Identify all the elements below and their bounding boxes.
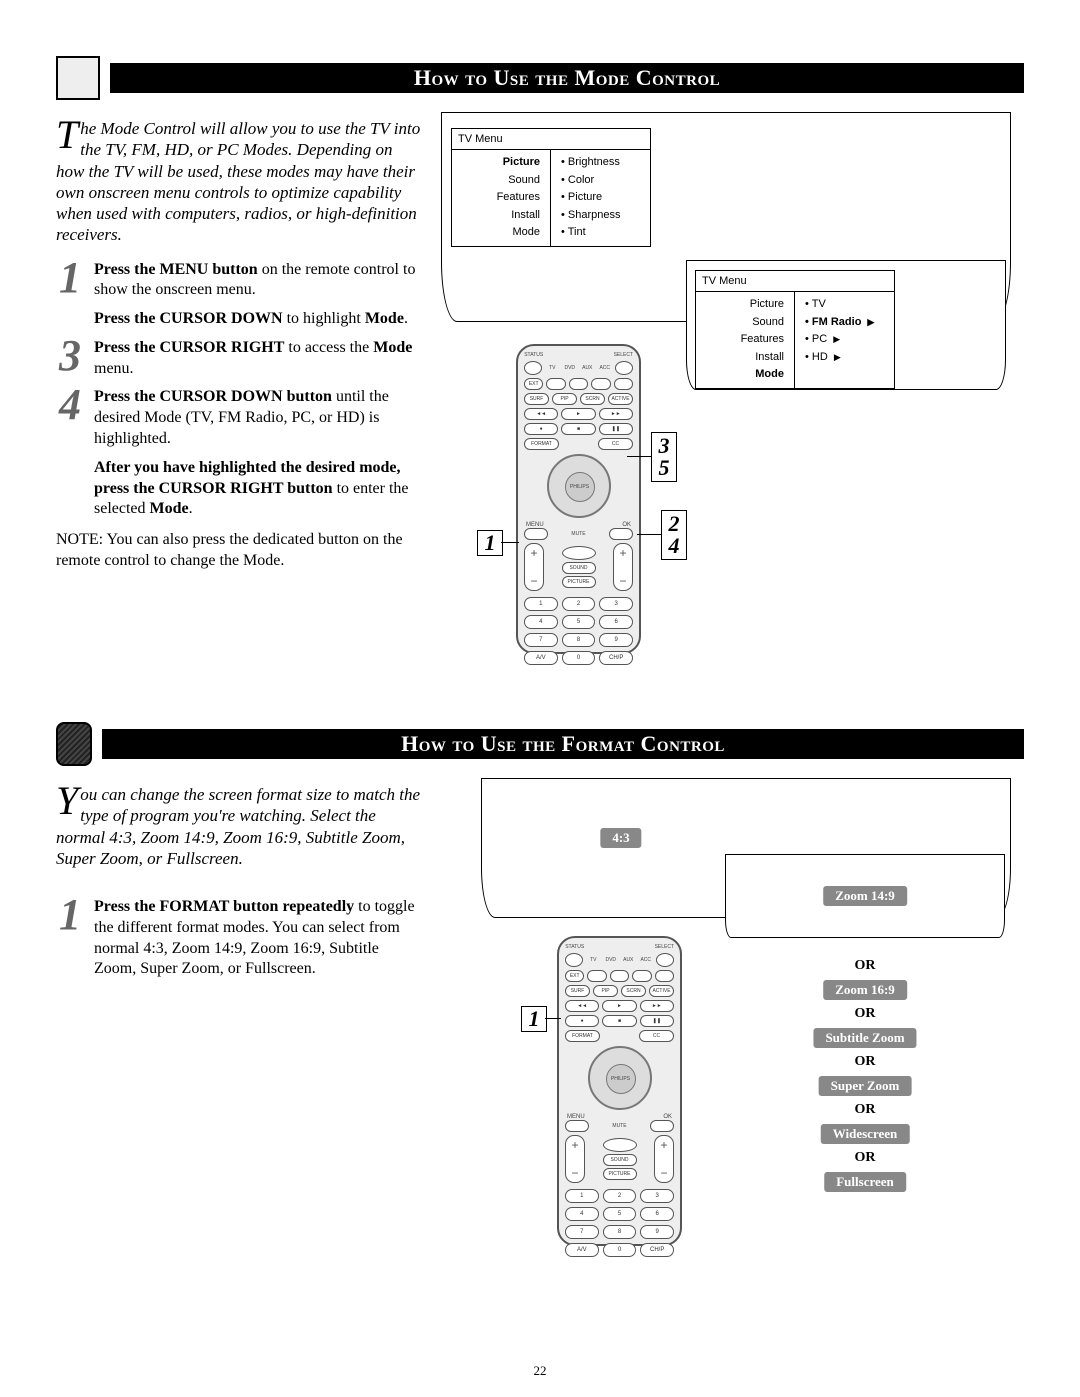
step-spacer bbox=[56, 309, 84, 330]
step-number: 1 bbox=[56, 260, 84, 302]
section2-intro: You can change the screen format size to… bbox=[56, 784, 421, 869]
section1-note: NOTE: You can also press the dedicated b… bbox=[56, 530, 421, 572]
format-full: Fullscreen bbox=[824, 1172, 906, 1192]
format-wide: Widescreen bbox=[821, 1124, 910, 1144]
step4-text: Press the CURSOR DOWN button until the d… bbox=[94, 387, 421, 449]
section2-illustration: 4:3 Zoom 14:9 OR Zoom 16:9 OR Subtitle Z… bbox=[441, 778, 1024, 1248]
format-149: Zoom 14:9 bbox=[823, 886, 907, 906]
step1-text: Press the MENU button on the remote cont… bbox=[94, 260, 421, 302]
step-number: 1 bbox=[56, 897, 84, 980]
callout-1b: 1 bbox=[521, 1006, 547, 1032]
section1-title: How to Use the Mode Control bbox=[110, 63, 1024, 93]
step-spacer bbox=[56, 458, 84, 520]
or-label: OR bbox=[855, 1006, 876, 1022]
dropcap: Y bbox=[56, 784, 80, 818]
step2-text: Press the CURSOR DOWN to highlight Mode. bbox=[94, 309, 408, 330]
or-label: OR bbox=[855, 1150, 876, 1166]
tv-menu-2: TV Menu Picture Sound Features Install M… bbox=[695, 270, 895, 389]
format-super: Super Zoom bbox=[819, 1076, 912, 1096]
step5-text: After you have highlighted the desired m… bbox=[94, 458, 421, 520]
or-label: OR bbox=[855, 1102, 876, 1118]
step-number: 3 bbox=[56, 338, 84, 380]
section2-title: How to Use the Format Control bbox=[102, 729, 1024, 759]
section1-intro: The Mode Control will allow you to use t… bbox=[56, 118, 421, 246]
step-number: 4 bbox=[56, 387, 84, 449]
section-icon bbox=[56, 56, 100, 100]
page-number: 22 bbox=[0, 1363, 1080, 1379]
sec2-step1-text: Press the FORMAT button repeatedly to to… bbox=[94, 897, 421, 980]
tv-menu-1: TV Menu Picture Sound Features Install M… bbox=[451, 128, 651, 247]
remote-control-2: STATUS SELECT TV DVD AUX ACC EXT bbox=[557, 936, 682, 1246]
dropcap: T bbox=[56, 118, 80, 152]
callout-24: 24 bbox=[661, 510, 687, 560]
callout-1: 1 bbox=[477, 530, 503, 556]
format-subtitle: Subtitle Zoom bbox=[813, 1028, 916, 1048]
or-label: OR bbox=[855, 1054, 876, 1070]
section1-illustration: TV Menu Picture Sound Features Install M… bbox=[441, 112, 1024, 672]
format-43: 4:3 bbox=[600, 828, 641, 848]
remote-control: STATUS SELECT TV DVD AUX ACC EXT bbox=[516, 344, 641, 654]
section-icon-remote bbox=[56, 722, 92, 766]
step3-text: Press the CURSOR RIGHT to access the Mod… bbox=[94, 338, 421, 380]
or-label: OR bbox=[855, 958, 876, 974]
callout-35: 35 bbox=[651, 432, 677, 482]
format-169: Zoom 16:9 bbox=[823, 980, 907, 1000]
